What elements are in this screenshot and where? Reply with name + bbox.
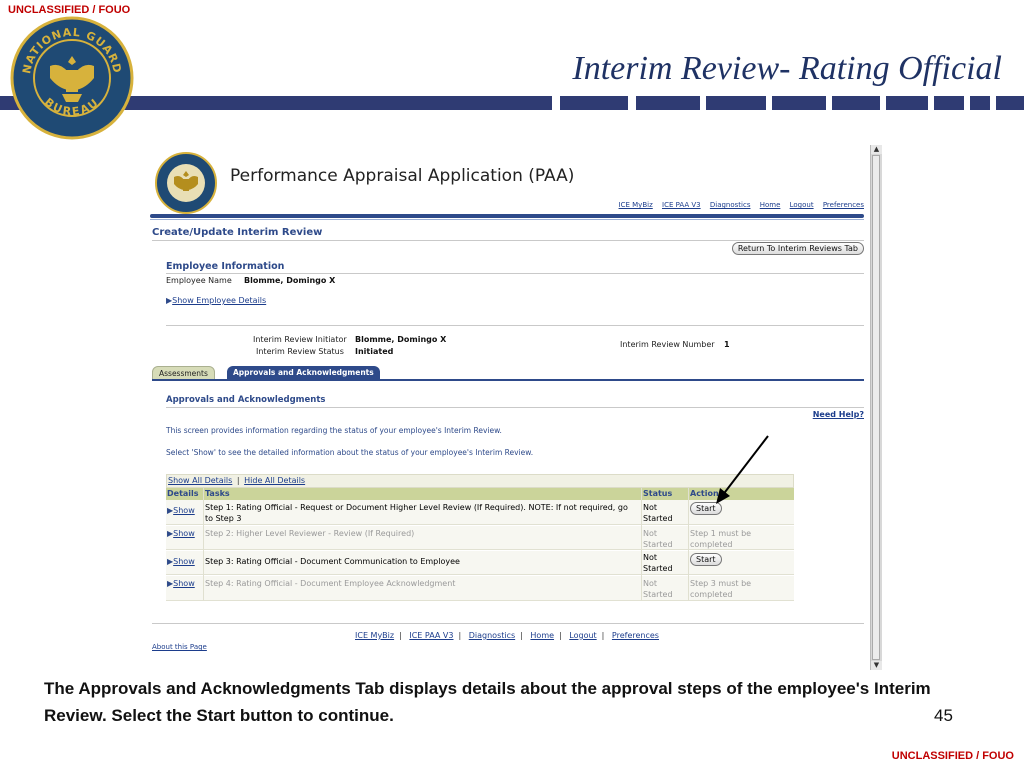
header-rule [150, 214, 864, 218]
review-number-label: Interim Review Number [620, 340, 715, 349]
review-status-value: Initiated [355, 347, 394, 356]
task-text-line2: to Step 3 [205, 514, 242, 523]
show-link[interactable]: Show [173, 557, 195, 566]
separator: | [601, 631, 605, 640]
section-heading: Approvals and Acknowledgments [166, 395, 326, 405]
review-initiator-label: Interim Review Initiator [253, 335, 347, 344]
task-text-line1: Step 1: Rating Official - Request or Doc… [205, 503, 628, 512]
status-text-line1: Not [643, 579, 658, 588]
separator: | [520, 631, 523, 640]
tab-approvals-and-acknowledgments[interactable]: Approvals and Acknowledgments [227, 366, 380, 379]
page-heading-rule [152, 240, 864, 241]
status-text-line2: Started [643, 564, 673, 573]
show-link[interactable]: Show [173, 579, 195, 588]
slide-title: Interim Review- Rating Official [572, 50, 1002, 87]
separator: | [399, 631, 402, 640]
global-link-logout[interactable]: Logout [790, 201, 814, 209]
global-link-home[interactable]: Home [760, 201, 781, 209]
review-initiator-value: Blomme, Domingo X [355, 335, 447, 344]
footer-link-ice-paa-v3[interactable]: ICE PAA V3 [409, 631, 453, 640]
show-employee-details[interactable]: ▶Show Employee Details [166, 288, 266, 307]
page-heading: Create/Update Interim Review [152, 227, 323, 238]
show-employee-details-link[interactable]: Show Employee Details [172, 296, 266, 305]
table-controls-links: Show All Details | Hide All Details [168, 476, 305, 485]
review-number-value: 1 [724, 340, 730, 349]
classification-bottom: UNCLASSIFIED / FOUO [891, 750, 1014, 762]
global-link-diagnostics[interactable]: Diagnostics [710, 201, 751, 209]
scroll-thumb[interactable] [872, 155, 880, 660]
footer-link-ice-mybiz[interactable]: ICE MyBiz [355, 631, 394, 640]
status-text-line1: Not [643, 553, 658, 562]
hide-all-details-link[interactable]: Hide All Details [244, 476, 305, 485]
tab-rule [152, 379, 864, 381]
scroll-up-icon[interactable]: ▲ [871, 145, 882, 154]
status-text-line2: Started [643, 590, 673, 599]
classification-top: UNCLASSIFIED / FOUO [8, 4, 131, 16]
employee-info-rule [166, 273, 864, 274]
column-divider [203, 488, 204, 601]
page-number: 45 [934, 706, 953, 725]
global-links: ICE MyBiz ICE PAA V3 Diagnostics Home Lo… [612, 201, 864, 209]
action-text-line1: Step 1 must be [690, 529, 752, 538]
vertical-scrollbar[interactable]: ▲ ▼ [870, 145, 882, 670]
app-title: Performance Appraisal Application (PAA) [230, 166, 575, 186]
review-status-label: Interim Review Status [256, 347, 344, 356]
employee-name-label: Employee Name [166, 276, 232, 285]
ngb-seal-icon [155, 152, 217, 214]
row-show-toggle[interactable]: ▶Show [167, 579, 195, 588]
task-text-line1: Step 4: Rating Official - Document Emplo… [205, 579, 456, 588]
employee-info-heading: Employee Information [166, 261, 285, 272]
scroll-down-icon[interactable]: ▼ [871, 661, 882, 670]
status-text-line1: Not [643, 503, 658, 512]
action-text-line1: Step 3 must be [690, 579, 752, 588]
global-link-ice-paa-v3[interactable]: ICE PAA V3 [662, 201, 701, 209]
row-show-toggle[interactable]: ▶Show [167, 506, 195, 515]
start-step-3-button[interactable]: Start [690, 553, 722, 566]
footer-link-diagnostics[interactable]: Diagnostics [469, 631, 515, 640]
status-text-line2: Started [643, 514, 673, 523]
about-this-page-link[interactable]: About this Page [152, 643, 207, 651]
need-help-link[interactable]: Need Help? [813, 410, 864, 419]
return-to-interim-reviews-button[interactable]: Return To Interim Reviews Tab [731, 242, 864, 255]
show-link[interactable]: Show [173, 506, 195, 515]
app-screenshot: Performance Appraisal Application (PAA) … [150, 145, 882, 670]
task-text-line1: Step 3: Rating Official - Document Commu… [205, 557, 460, 566]
footer-rule [152, 623, 864, 624]
info-text-2: Select 'Show' to see the detailed inform… [166, 448, 534, 457]
global-link-preferences[interactable]: Preferences [823, 201, 864, 209]
column-header-details: Details [167, 489, 199, 498]
show-all-details-link[interactable]: Show All Details [168, 476, 232, 485]
footer-link-home[interactable]: Home [530, 631, 554, 640]
task-text-line1: Step 2: Higher Level Reviewer - Review (… [205, 529, 415, 538]
footer-links: ICE MyBiz | ICE PAA V3 | Diagnostics | Home… [150, 631, 864, 640]
employee-name-value: Blomme, Domingo X [244, 276, 336, 285]
app-logo [154, 151, 218, 215]
row-show-toggle[interactable]: ▶Show [167, 557, 195, 566]
title-bar [0, 96, 1024, 110]
separator: | [559, 631, 562, 640]
column-divider [641, 488, 642, 601]
column-divider [688, 488, 689, 601]
pointer-arrow-icon [716, 435, 769, 504]
global-link-ice-mybiz[interactable]: ICE MyBiz [619, 201, 653, 209]
column-header-status: Status [643, 489, 673, 498]
separator: | [236, 476, 240, 485]
column-header-tasks: Tasks [205, 489, 230, 498]
action-text-line2: completed [690, 590, 733, 599]
slide-caption: The Approvals and Acknowledgments Tab di… [44, 679, 931, 725]
action-text-line2: completed [690, 540, 733, 549]
section-rule [166, 407, 864, 408]
footer-link-logout[interactable]: Logout [569, 631, 596, 640]
row-show-toggle[interactable]: ▶Show [167, 529, 195, 538]
status-text-line1: Not [643, 529, 658, 538]
review-info-rule [166, 325, 864, 326]
info-text-1: This screen provides information regardi… [166, 426, 502, 435]
status-text-line2: Started [643, 540, 673, 549]
separator: | [458, 631, 462, 640]
national-guard-bureau-logo: NATIONAL GUARD BUREAU [10, 16, 134, 140]
footer-link-preferences[interactable]: Preferences [612, 631, 659, 640]
show-link[interactable]: Show [173, 529, 195, 538]
header-rule-thin [150, 219, 864, 220]
